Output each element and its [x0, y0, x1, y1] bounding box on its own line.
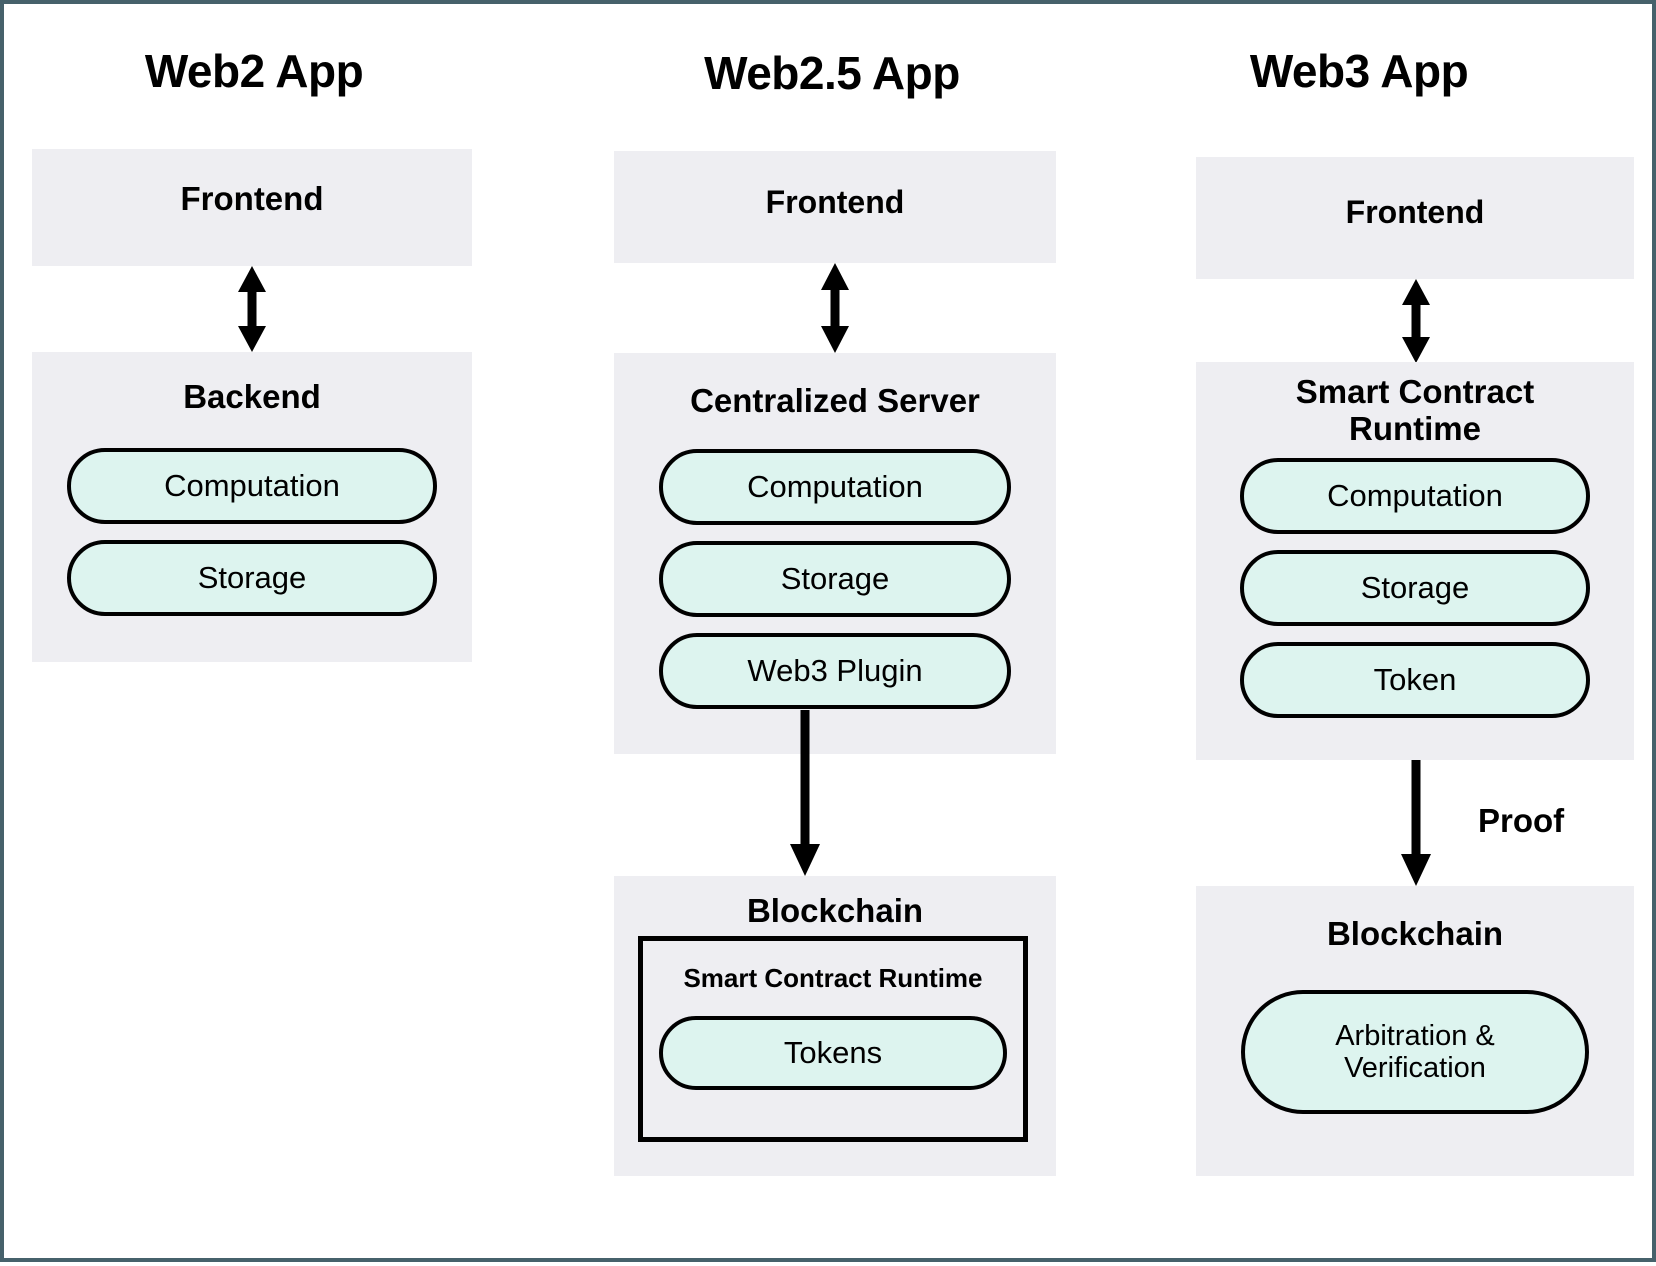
pill-computation[interactable]: Computation [67, 448, 437, 524]
pill-label: Tokens [783, 1034, 883, 1070]
pill-computation[interactable]: Computation [659, 449, 1011, 525]
pill-label: Computation [164, 467, 340, 503]
pill-label: Storage [197, 559, 307, 595]
pill-tokens[interactable]: Tokens [659, 1016, 1007, 1090]
pill-label: Computation [747, 468, 923, 504]
panel-title-web25-frontend: Frontend [765, 184, 905, 220]
panel-web3-runtime[interactable]: Smart Contract Runtime Computation Stora… [1196, 362, 1634, 760]
pill-storage[interactable]: Storage [1240, 550, 1590, 626]
panel-title-web25-blockchain: Blockchain [746, 892, 924, 929]
arrow-web25-frontend-server [821, 263, 849, 353]
pill-label: Computation [1327, 477, 1503, 513]
diagram-canvas: Web2 App Frontend Backend Computation St… [0, 0, 1656, 1262]
pill-storage[interactable]: Storage [659, 541, 1011, 617]
pill-web3-plugin[interactable]: Web3 Plugin [659, 633, 1011, 709]
pill-label: Storage [780, 560, 890, 596]
panel-web25-frontend[interactable]: Frontend [614, 151, 1056, 263]
pill-group-web25-server: Computation Storage Web3 Plugin [614, 449, 1056, 709]
pill-label: Storage [1360, 569, 1470, 605]
pill-group-inner: Tokens [643, 1016, 1023, 1090]
panel-title-web3-blockchain: Blockchain [1326, 915, 1504, 952]
column-title-web3: Web3 App [1249, 45, 1469, 97]
pill-label: Arbitration & Verification [1335, 1019, 1495, 1084]
panel-title-web2-backend: Backend [183, 378, 321, 415]
pill-group-web3-blockchain: Arbitration & Verification [1196, 990, 1634, 1114]
column-web2: Web2 App Frontend Backend Computation St… [4, 4, 504, 1266]
panel-web3-frontend[interactable]: Frontend [1196, 157, 1634, 279]
panel-title-web25-server: Centralized Server [690, 382, 980, 419]
inner-box-title: Smart Contract Runtime [683, 963, 983, 993]
panel-title-web3-frontend: Frontend [1345, 194, 1485, 230]
inner-box-smart-contract-runtime[interactable]: Smart Contract Runtime Tokens [638, 936, 1028, 1142]
pill-label: Web3 Plugin [747, 652, 923, 688]
column-web25: Web2.5 App Frontend Centralized Server C… [556, 4, 1108, 1266]
pill-arbitration-verification[interactable]: Arbitration & Verification [1241, 990, 1589, 1114]
column-title-web2: Web2 App [144, 45, 364, 97]
pill-group-web3-runtime: Computation Storage Token [1196, 458, 1634, 718]
arrow-web3-runtime-blockchain [1401, 760, 1431, 886]
panel-title-web2-frontend: Frontend [180, 180, 324, 217]
column-title-web25: Web2.5 App [704, 47, 960, 99]
arrow-web3-frontend-runtime [1402, 279, 1430, 363]
panel-web2-backend[interactable]: Backend Computation Storage [32, 352, 472, 662]
panel-web3-blockchain[interactable]: Blockchain Arbitration & Verification [1196, 886, 1634, 1176]
pill-token[interactable]: Token [1240, 642, 1590, 718]
panel-title-web3-runtime: Smart Contract Runtime [1295, 373, 1535, 447]
panel-web25-server[interactable]: Centralized Server Computation Storage W… [614, 353, 1056, 754]
pill-computation[interactable]: Computation [1240, 458, 1590, 534]
arrow-web25-server-blockchain [790, 710, 820, 876]
panel-web2-frontend[interactable]: Frontend [32, 149, 472, 266]
pill-group-web2-backend: Computation Storage [32, 448, 472, 616]
arrow-web2-frontend-backend [238, 266, 266, 352]
column-web3: Web3 App Frontend Smart Contract Runtime… [1108, 4, 1656, 1266]
panel-web25-blockchain[interactable]: Blockchain Smart Contract Runtime Tokens [614, 876, 1056, 1176]
pill-storage[interactable]: Storage [67, 540, 437, 616]
edge-label-proof: Proof [1478, 802, 1565, 839]
pill-label: Token [1373, 661, 1457, 697]
